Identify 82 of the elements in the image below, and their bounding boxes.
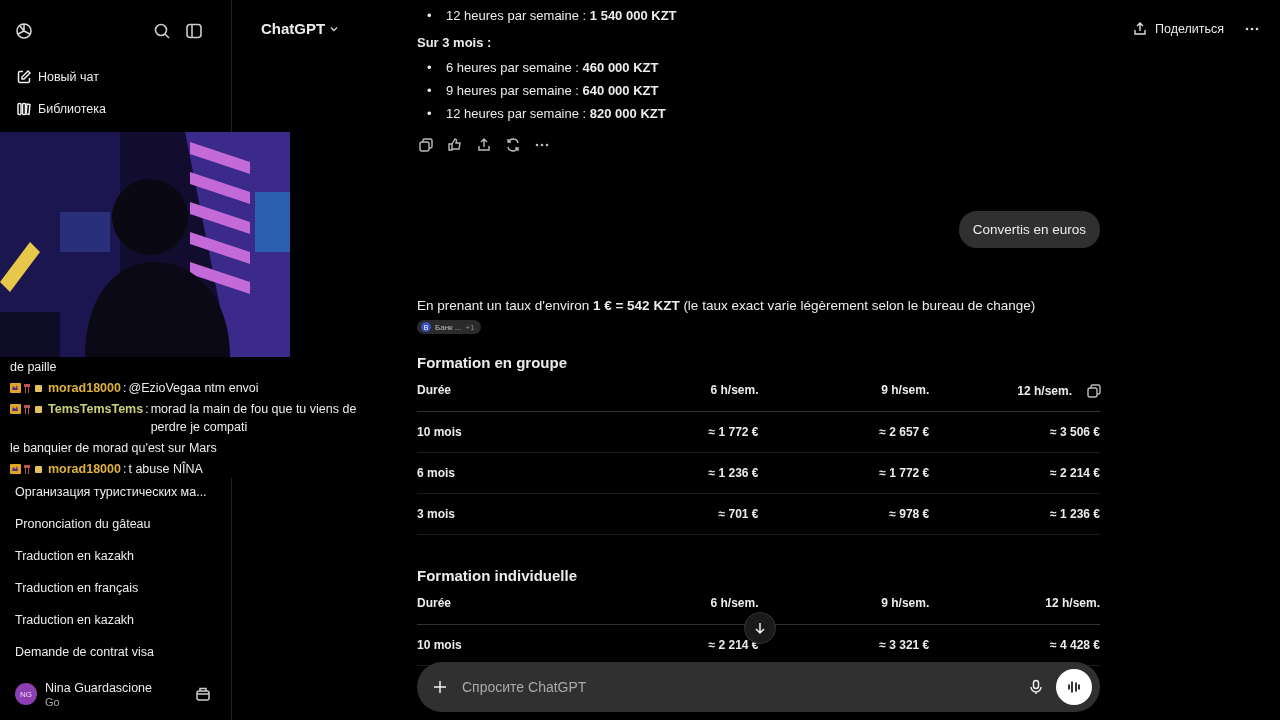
table-title: Formation en groupe: [417, 354, 568, 371]
model-selector[interactable]: ChatGPT: [261, 20, 340, 37]
bullet: •: [427, 105, 433, 123]
answer-text: En prenant un taux d'environ 1 € = 542 KZT (le taux exact varie légèrement selon le bureau de change): [417, 297, 1037, 315]
table-cell: ≈ 2 657 €: [879, 425, 930, 439]
books-icon: [16, 101, 32, 117]
table-cell: ≈ 1 772 €: [708, 425, 759, 439]
chat-message: le banquier de morad qu'est sur Mars: [10, 440, 218, 457]
column-header: 12 h/sem.: [1045, 596, 1100, 610]
copy-icon[interactable]: [1086, 383, 1102, 399]
table-cell: ≈ 2 214 €: [1050, 466, 1100, 480]
waveform-icon: [1066, 679, 1082, 695]
table-cell: 10 mois: [417, 425, 462, 439]
regenerate-icon[interactable]: [505, 137, 521, 153]
chat-username[interactable]: morad18000: [48, 460, 121, 478]
column-header: 6 h/sem.: [710, 596, 759, 610]
chat-message: de paille: [10, 359, 58, 376]
table-title: Formation individuelle: [417, 567, 578, 584]
table-cell: 10 mois: [417, 638, 462, 652]
bullet: •: [427, 59, 433, 77]
table-cell: ≈ 3 506 €: [1050, 425, 1100, 439]
avatar[interactable]: NG: [15, 683, 37, 705]
table-cell: 3 mois: [417, 507, 455, 521]
badge-icons: [10, 463, 44, 475]
chat-message: t abuse NÎNA: [128, 460, 204, 478]
bullet: •: [427, 82, 433, 100]
column-header: 12 h/sem.: [1017, 384, 1072, 398]
share-button[interactable]: Поделиться: [1131, 20, 1224, 37]
microphone-icon[interactable]: [1028, 679, 1044, 695]
share-icon[interactable]: [476, 137, 492, 153]
separator: :: [145, 401, 149, 418]
user-message: Convertis en euros: [958, 211, 1100, 248]
message-input[interactable]: Спросите ChatGPT: [460, 678, 1016, 696]
logo-icon[interactable]: [14, 21, 34, 41]
plus-icon[interactable]: [432, 679, 448, 695]
list-item: 6 heures par semaine : 460 000 KZT: [446, 59, 659, 77]
separator: :: [122, 461, 127, 478]
column-header: Durée: [417, 596, 451, 610]
table-cell: ≈ 1 772 €: [879, 466, 930, 480]
chat-message: morad la main de fou que tu viens de perdre je compati: [150, 401, 358, 436]
list-item: 9 heures par semaine : 640 000 KZT: [446, 82, 659, 100]
column-header: Durée: [417, 383, 451, 397]
chat-item[interactable]: Traduction en français: [15, 578, 139, 598]
table-cell: ≈ 978 €: [889, 507, 930, 521]
bullet: •: [427, 7, 433, 25]
chat-username[interactable]: morad18000: [48, 379, 121, 397]
column-header: 6 h/sem.: [710, 383, 759, 397]
gift-icon[interactable]: [195, 686, 211, 702]
badge-icons: [10, 403, 44, 415]
nav-item[interactable]: Библиотека: [16, 99, 106, 119]
thumbs-icon[interactable]: [447, 137, 463, 153]
search-icon[interactable]: [153, 22, 171, 40]
chat-item[interactable]: Организация туристических ма...: [15, 482, 207, 502]
table-cell: ≈ 1 236 €: [708, 466, 759, 480]
table-cell: ≈ 701 €: [718, 507, 759, 521]
separator: :: [122, 380, 127, 397]
chat-username[interactable]: TemsTemsTems: [48, 400, 144, 418]
section-heading: Sur 3 mois :: [417, 34, 493, 52]
badge-icons: [10, 382, 44, 394]
chat-item[interactable]: Demande de contrat visa: [15, 642, 154, 662]
copy-icon[interactable]: [418, 137, 434, 153]
chat-item[interactable]: Traduction en kazakh: [15, 546, 135, 566]
chat-message: @EzioVegaa ntm envoi: [128, 380, 260, 397]
table-cell: ≈ 4 428 €: [1050, 638, 1100, 652]
nav-item[interactable]: Новый чат: [16, 67, 99, 87]
table-cell: ≈ 1 236 €: [1050, 507, 1100, 521]
column-header: 9 h/sem.: [881, 383, 930, 397]
user-plan: Go: [45, 695, 61, 708]
list-item: 12 heures par semaine : 820 000 KZT: [446, 105, 666, 123]
user-name: Nina Guardascione: [45, 680, 152, 695]
message-field[interactable]: Спросите ChatGPT: [417, 662, 1100, 712]
arrow-down-icon: [753, 621, 767, 635]
list-item: 12 heures par semaine : 1 540 000 KZT: [446, 7, 677, 25]
chat-item[interactable]: Traduction en kazakh: [15, 610, 135, 630]
table-cell: 6 mois: [417, 466, 455, 480]
sidebar-toggle-icon[interactable]: [185, 22, 203, 40]
column-header: 9 h/sem.: [881, 596, 930, 610]
table-cell: ≈ 3 321 €: [879, 638, 930, 652]
voice-button[interactable]: [1056, 669, 1092, 705]
share-icon: [1131, 20, 1148, 37]
edit-icon: [16, 69, 32, 85]
chat-item[interactable]: Prononciation du gâteau: [15, 514, 151, 534]
